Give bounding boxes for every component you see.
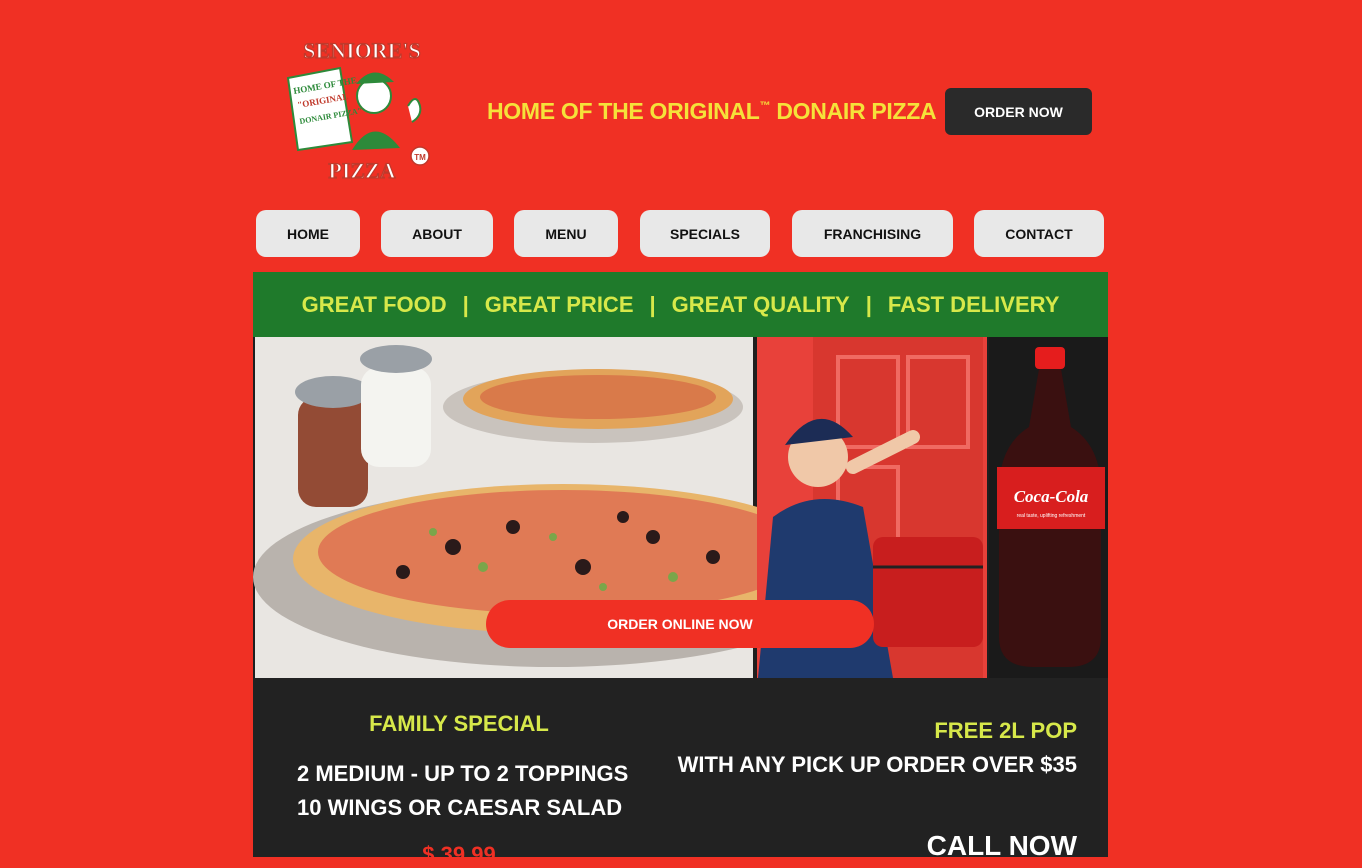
free-pop-title: FREE 2L POP xyxy=(934,718,1077,743)
slogan-great-quality: GREAT QUALITY xyxy=(671,292,850,317)
slogan-bar: GREAT FOOD | GREAT PRICE | GREAT QUALITY… xyxy=(253,272,1108,338)
seniores-pizza-logo[interactable]: SENIORE'S HOME OF THE "ORIGINAL DONAIR P… xyxy=(282,32,442,184)
free-pop-condition: WITH ANY PICK UP ORDER OVER $35 xyxy=(677,752,1077,777)
slogan-separator: | xyxy=(462,292,469,317)
family-special-line2: 10 WINGS OR CAESAR SALAD xyxy=(297,795,623,820)
order-online-now-button[interactable]: ORDER ONLINE NOW xyxy=(486,600,874,648)
family-special-title: FAMILY SPECIAL xyxy=(369,711,549,736)
nav-about[interactable]: ABOUT xyxy=(381,210,493,257)
slogan-fast-delivery: FAST DELIVERY xyxy=(887,292,1060,317)
tagline-part1: HOME OF THE ORIGINAL xyxy=(487,98,760,124)
logo-tm: TM xyxy=(414,153,426,162)
slogan-separator: | xyxy=(649,292,656,317)
chef-face xyxy=(356,78,392,114)
nav-menu[interactable]: MENU xyxy=(514,210,618,257)
logo-top-text: SENIORE'S xyxy=(303,38,420,63)
slogan-great-food: GREAT FOOD xyxy=(301,292,447,317)
cola-bottle-photo: Coca-Cola real taste, uplifting refreshm… xyxy=(989,337,1108,678)
chef-body xyxy=(352,131,400,150)
nav-franchising[interactable]: FRANCHISING xyxy=(792,210,953,257)
call-now-text[interactable]: CALL NOW xyxy=(927,830,1077,862)
nav-contact[interactable]: CONTACT xyxy=(974,210,1104,257)
header-tagline: HOME OF THE ORIGINAL™ DONAIR PIZZA xyxy=(487,98,937,125)
logo-bottom-text: PIZZA xyxy=(328,158,395,183)
tagline-part2: DONAIR PIZZA xyxy=(770,98,937,124)
bottle-sub: real taste, uplifting refreshment xyxy=(1017,513,1086,519)
nav-home[interactable]: HOME xyxy=(256,210,360,257)
order-now-button[interactable]: ORDER NOW xyxy=(945,88,1092,135)
family-special-line1: 2 MEDIUM - UP TO 2 TOPPINGS xyxy=(297,761,629,786)
chef-cap xyxy=(356,72,394,84)
slogan-separator: | xyxy=(865,292,872,317)
nav-specials[interactable]: SPECIALS xyxy=(640,210,770,257)
ok-hand-icon xyxy=(407,98,422,123)
family-special-price: $ 39.99 xyxy=(422,842,496,867)
tagline-tm: ™ xyxy=(759,100,771,112)
slogan-great-price: GREAT PRICE xyxy=(484,292,634,317)
bottle-brand: Coca-Cola xyxy=(1014,487,1089,506)
